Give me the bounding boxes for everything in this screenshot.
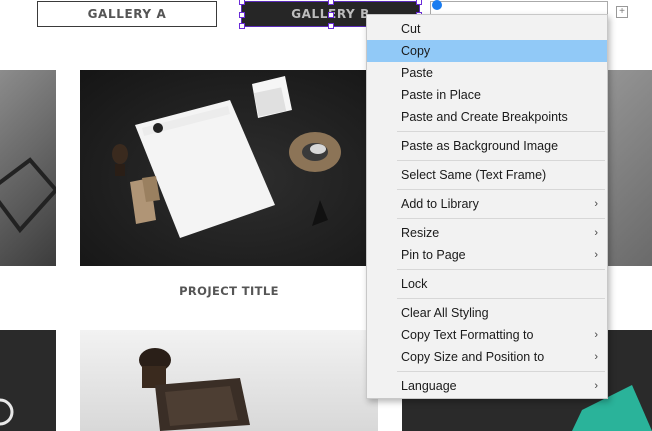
menu-item-paste-and-create-breakpoints[interactable]: Paste and Create Breakpoints xyxy=(367,106,607,128)
chevron-right-icon: › xyxy=(594,249,598,261)
add-icon[interactable]: + xyxy=(616,6,628,18)
menu-item-label: Paste in Place xyxy=(401,88,481,102)
selection-handle-top-right[interactable] xyxy=(416,0,422,5)
gallery-thumbnail[interactable] xyxy=(0,330,56,431)
menu-item-label: Pin to Page xyxy=(401,248,466,262)
selection-handle-top-left[interactable] xyxy=(239,0,245,5)
menu-item-copy-text-formatting-to[interactable]: Copy Text Formatting to › xyxy=(367,324,607,346)
menu-separator xyxy=(397,218,605,219)
menu-item-label: Paste as Background Image xyxy=(401,139,559,153)
menu-item-label: Copy Text Formatting to xyxy=(401,328,534,342)
chevron-right-icon: › xyxy=(594,351,598,363)
selection-handle-middle-center[interactable] xyxy=(328,12,334,18)
menu-item-resize[interactable]: Resize › xyxy=(367,222,607,244)
menu-separator xyxy=(397,298,605,299)
frame-options-icon[interactable] xyxy=(432,0,442,10)
menu-item-clear-all-styling[interactable]: Clear All Styling xyxy=(367,302,607,324)
selection-handle-bottom-left[interactable] xyxy=(239,23,245,29)
menu-item-label: Resize xyxy=(401,226,440,240)
menu-item-lock[interactable]: Lock xyxy=(367,273,607,295)
menu-item-label: Add to Library xyxy=(401,197,479,211)
gallery-thumbnail[interactable] xyxy=(0,70,56,266)
selection-handle-bottom-center[interactable] xyxy=(328,23,334,29)
stationery-mockup-image[interactable] xyxy=(80,70,378,266)
menu-item-label: Lock xyxy=(401,277,428,291)
selection-handle-middle-left[interactable] xyxy=(239,12,245,18)
chevron-right-icon: › xyxy=(594,198,598,210)
menu-item-language[interactable]: Language › xyxy=(367,375,607,397)
menu-item-paste-as-background-image[interactable]: Paste as Background Image xyxy=(367,135,607,157)
stationery-illustration xyxy=(112,76,341,238)
menu-separator xyxy=(397,160,605,161)
menu-item-copy[interactable]: Copy xyxy=(367,40,607,62)
menu-separator xyxy=(397,189,605,190)
chevron-right-icon: › xyxy=(594,227,598,239)
context-menu: Cut Copy Paste Paste in Place Paste and Crea… xyxy=(366,14,608,399)
gallery-a-label: GALLERY A xyxy=(87,7,167,21)
stamp-illustration xyxy=(139,348,250,431)
menu-item-copy-size-and-position-to[interactable]: Copy Size and Position to › xyxy=(367,346,607,368)
menu-item-label: Paste xyxy=(401,66,433,80)
menu-separator xyxy=(397,131,605,132)
chevron-right-icon: › xyxy=(594,329,598,341)
menu-item-label: Language xyxy=(401,379,457,393)
selection-handle-top-center[interactable] xyxy=(328,0,334,5)
menu-item-select-same-text-frame[interactable]: Select Same (Text Frame) xyxy=(367,164,607,186)
menu-item-label: Copy Size and Position to xyxy=(401,350,545,364)
menu-item-label: Cut xyxy=(401,22,421,36)
menu-item-paste-in-place[interactable]: Paste in Place xyxy=(367,84,607,106)
menu-separator xyxy=(397,371,605,372)
project-title: PROJECT TITLE xyxy=(179,284,279,298)
menu-item-pin-to-page[interactable]: Pin to Page › xyxy=(367,244,607,266)
menu-item-label: Clear All Styling xyxy=(401,306,489,320)
chevron-right-icon: › xyxy=(594,380,598,392)
menu-item-label: Copy xyxy=(401,44,431,58)
page-canvas: GALLERY A GALLERY B + PROJECT TITLE Cut … xyxy=(0,0,652,431)
frame-shape-icon xyxy=(0,157,56,234)
menu-item-label: Select Same (Text Frame) xyxy=(401,168,547,182)
menu-item-cut[interactable]: Cut xyxy=(367,18,607,40)
menu-separator xyxy=(397,269,605,270)
menu-item-add-to-library[interactable]: Add to Library › xyxy=(367,193,607,215)
menu-item-label: Paste and Create Breakpoints xyxy=(401,110,568,124)
menu-item-paste[interactable]: Paste xyxy=(367,62,607,84)
gallery-a-button[interactable]: GALLERY A xyxy=(37,1,217,27)
stamp-image[interactable] xyxy=(80,330,378,431)
circle-shape-icon xyxy=(0,398,14,426)
